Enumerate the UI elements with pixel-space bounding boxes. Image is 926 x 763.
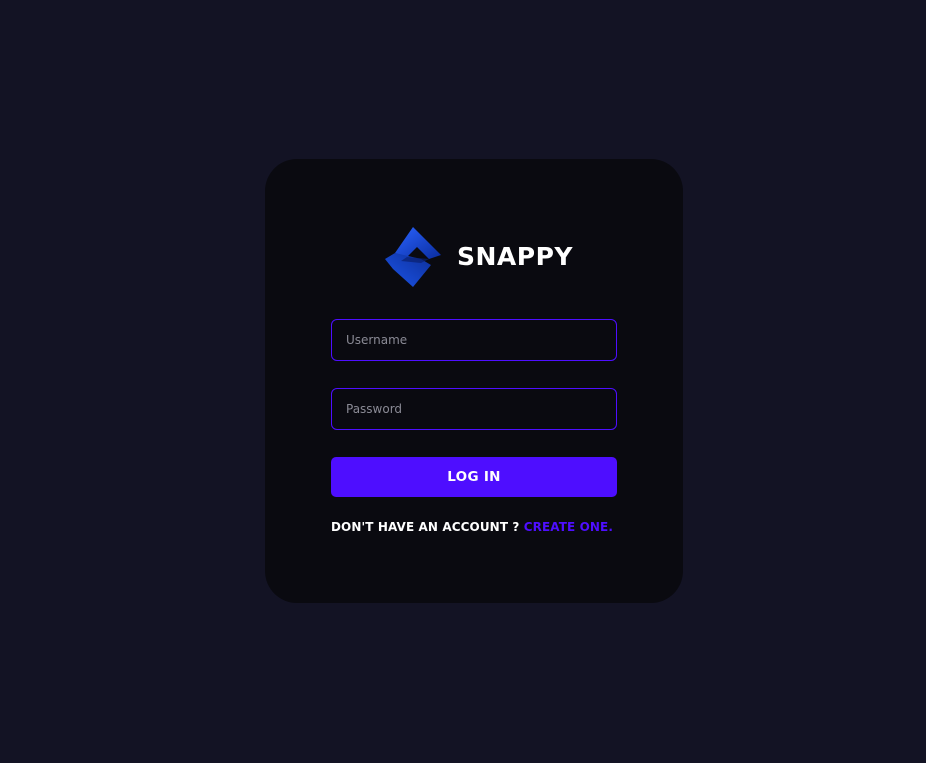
login-button[interactable]: LOG IN (331, 457, 617, 497)
login-card: SNAPPY LOG IN DON'T HAVE AN ACCOUNT ? CR… (265, 159, 683, 603)
signup-prompt: DON'T HAVE AN ACCOUNT ? CREATE ONE. (331, 519, 617, 535)
brand-name: SNAPPY (457, 242, 574, 271)
create-account-link[interactable]: CREATE ONE. (524, 520, 613, 534)
password-input[interactable] (331, 388, 617, 430)
username-input[interactable] (331, 319, 617, 361)
brand: SNAPPY (381, 225, 573, 289)
signup-prompt-text: DON'T HAVE AN ACCOUNT ? (331, 520, 524, 534)
snappy-logo-icon (385, 227, 441, 287)
